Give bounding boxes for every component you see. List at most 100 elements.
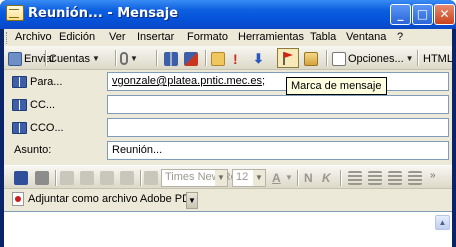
flag-tooltip: Marca de mensaje: [286, 77, 387, 95]
format-label: HTML: [423, 52, 453, 65]
chevron-down-icon: ▼: [91, 54, 100, 63]
toolbar-overflow-icon[interactable]: »: [430, 170, 436, 181]
envelope-icon: [211, 51, 225, 66]
paperclip-icon: [120, 52, 128, 65]
window-title: Reunión... - Mensaje: [28, 6, 179, 21]
minimize-button[interactable]: _: [390, 4, 411, 25]
attach-button[interactable]: ▼: [120, 50, 138, 67]
options-button[interactable]: Opciones... ▼: [332, 50, 414, 67]
bold-button[interactable]: N: [304, 171, 313, 185]
bullets-icon[interactable]: [408, 171, 422, 185]
cc-button[interactable]: CC...: [12, 95, 104, 114]
subject-label: Asunto:: [14, 144, 52, 156]
permissions-button[interactable]: [304, 50, 318, 67]
envelope-icon: [6, 5, 24, 21]
pdf-attach-toolbar: Adjuntar como archivo Adobe PDF ▼: [4, 189, 452, 211]
font-size-value: 12: [236, 171, 249, 183]
menu-herramientas[interactable]: Herramientas: [238, 31, 304, 43]
subject-row: Asunto: Reunión...: [4, 140, 452, 162]
to-button[interactable]: Para...: [12, 72, 104, 91]
insert-item-button[interactable]: [211, 50, 225, 67]
importance-low-button[interactable]: ⬇: [253, 50, 264, 67]
italic-button[interactable]: K: [322, 171, 331, 185]
accounts-label: Cuentas: [49, 52, 90, 65]
copy-icon[interactable]: [80, 171, 94, 185]
cc-field[interactable]: [107, 95, 449, 114]
arrow-down-icon: ⬇: [253, 50, 264, 66]
format-painter-icon[interactable]: [120, 171, 134, 185]
message-body[interactable]: ▲: [4, 211, 452, 247]
subject-field[interactable]: Reunión...: [107, 141, 449, 160]
separator: [55, 170, 56, 186]
exclamation-icon: !: [233, 50, 238, 67]
menu-bar: Archivo Edición Ver Insertar Formato Her…: [4, 29, 452, 46]
folder-icon: [304, 51, 318, 66]
send-icon: [8, 51, 22, 66]
scroll-up-button[interactable]: ▲: [435, 215, 450, 230]
importance-high-button[interactable]: !: [233, 50, 238, 67]
menu-ver[interactable]: Ver: [109, 31, 126, 43]
standard-toolbar: Enviar Cuentas ▼ ▼ ! ⬇ Opciones... ▼ HTM…: [4, 46, 453, 70]
formatting-toolbar: Times New Roman ▼ 12 ▼ A ▼ N K »: [4, 165, 452, 189]
font-color-icon[interactable]: A: [272, 171, 281, 185]
accounts-button[interactable]: Cuentas ▼: [49, 50, 100, 67]
separator: [340, 170, 341, 186]
bcc-label: CCO...: [30, 121, 64, 134]
toolbar-options-dropdown[interactable]: ▼: [186, 192, 198, 209]
address-book-icon: [12, 98, 27, 111]
separator: [45, 50, 46, 66]
message-window: Reunión... - Mensaje _ □ ✕ Archivo Edici…: [0, 0, 456, 247]
check-names-icon: [184, 51, 198, 66]
chevron-down-icon: ▼: [253, 170, 265, 186]
separator: [297, 170, 298, 186]
chevron-down-icon: ▼: [405, 54, 414, 63]
cut-icon[interactable]: [60, 171, 74, 185]
to-label: Para...: [30, 75, 63, 88]
font-size-select[interactable]: 12 ▼: [232, 169, 266, 187]
align-left-icon[interactable]: [348, 171, 362, 185]
attach-as-pdf-button[interactable]: Adjuntar como archivo Adobe PDF: [12, 192, 197, 206]
font-select[interactable]: Times New Roman ▼: [161, 169, 258, 187]
cc-label: CC...: [30, 98, 56, 111]
menu-tabla[interactable]: Tabla: [310, 31, 336, 43]
align-right-icon[interactable]: [388, 171, 402, 185]
menu-insertar[interactable]: Insertar: [137, 31, 174, 43]
bcc-row: CCO...: [4, 117, 452, 139]
align-center-icon[interactable]: [368, 171, 382, 185]
pdf-icon: [12, 192, 24, 206]
chevron-down-icon: ▼: [285, 173, 293, 182]
message-flag-button[interactable]: [277, 48, 299, 68]
separator: [417, 50, 418, 66]
menu-help[interactable]: ?: [397, 31, 403, 43]
separator: [205, 50, 206, 66]
style-icon[interactable]: [144, 171, 158, 185]
menu-edicion[interactable]: Edición: [59, 31, 95, 43]
separator: [326, 50, 327, 66]
separator: [156, 50, 157, 66]
options-label: Opciones...: [348, 52, 404, 65]
format-html-button[interactable]: HTML: [423, 50, 453, 67]
maximize-button[interactable]: □: [412, 4, 433, 25]
menu-ventana[interactable]: Ventana: [346, 31, 386, 43]
chevron-down-icon: ▼: [215, 170, 227, 186]
print-icon[interactable]: [35, 171, 49, 185]
address-book-icon: [164, 51, 178, 66]
save-icon[interactable]: [14, 171, 28, 185]
separator: [140, 170, 141, 186]
attach-as-pdf-label: Adjuntar como archivo Adobe PDF: [28, 193, 197, 205]
menubar-grip: [6, 32, 9, 44]
title-bar[interactable]: Reunión... - Mensaje _ □ ✕: [0, 0, 456, 29]
menu-formato[interactable]: Formato: [187, 31, 228, 43]
bcc-button[interactable]: CCO...: [12, 118, 104, 137]
menu-archivo[interactable]: Archivo: [15, 31, 52, 43]
paste-icon[interactable]: [100, 171, 114, 185]
window-client: Archivo Edición Ver Insertar Formato Her…: [4, 29, 453, 247]
address-book-icon: [12, 121, 27, 134]
close-button[interactable]: ✕: [434, 4, 455, 25]
check-names-button[interactable]: [184, 50, 198, 67]
to-field[interactable]: vgonzale@platea.pntic.mec.es;: [107, 72, 449, 91]
address-book-button[interactable]: [164, 50, 178, 67]
cc-row: CC...: [4, 94, 452, 116]
bcc-field[interactable]: [107, 118, 449, 137]
separator: [115, 50, 116, 66]
